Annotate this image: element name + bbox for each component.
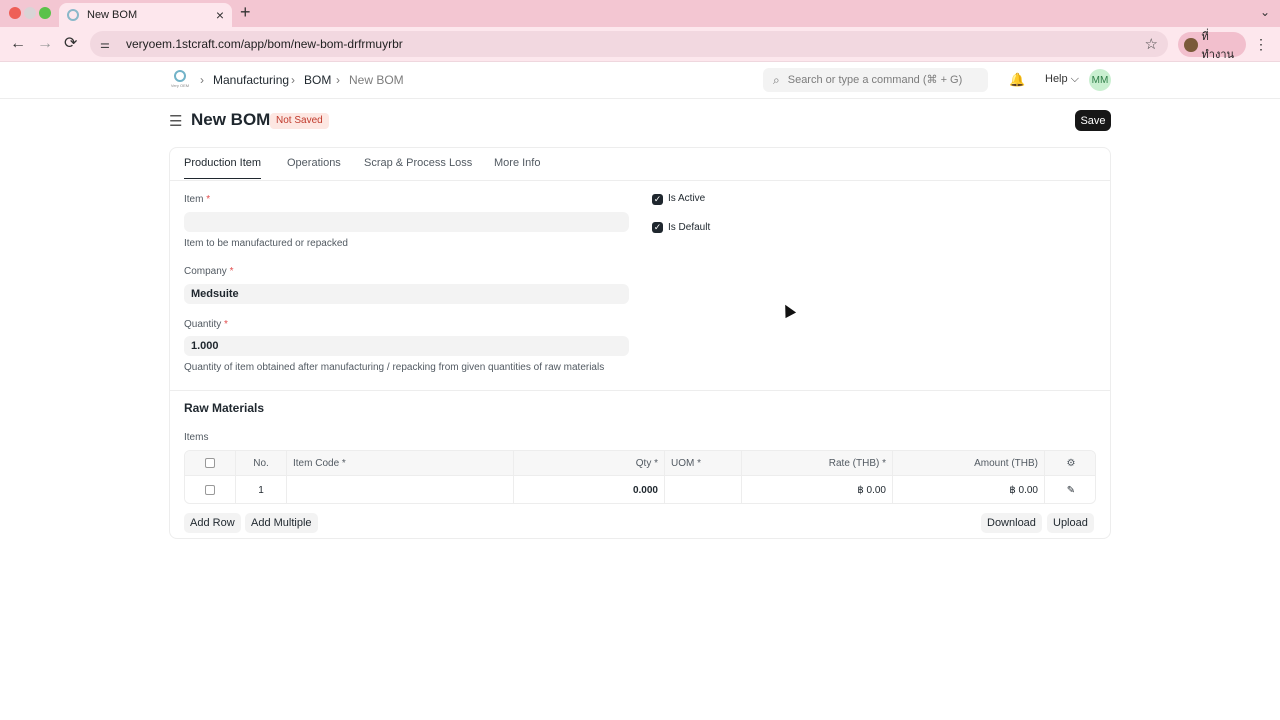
raw-materials-title: Raw Materials <box>184 401 265 415</box>
company-field-label: Company * <box>184 266 234 277</box>
address-bar[interactable]: ⚌ veryoem.1stcraft.com/app/bom/new-bom-d… <box>90 31 1168 57</box>
browser-menu-icon[interactable]: ⋮ <box>1254 36 1268 53</box>
table-row[interactable]: 1 0.000 ฿ 0.00 ฿ 0.00 ✎ <box>185 476 1095 503</box>
column-rate: Rate (THB) * <box>742 451 893 475</box>
row-qty[interactable]: 0.000 <box>514 476 665 503</box>
browser-tab[interactable]: New BOM × <box>59 3 232 27</box>
browser-tab-strip: New BOM × + ⌄ <box>0 0 1280 27</box>
tab-scrap-process-loss[interactable]: Scrap & Process Loss <box>364 157 472 178</box>
favicon-icon <box>67 9 79 21</box>
save-button[interactable]: Save <box>1075 110 1111 131</box>
breadcrumb-separator: › <box>200 73 204 87</box>
logo-mark-icon <box>174 70 186 82</box>
profile-label: ที่ทำงาน <box>1201 30 1235 61</box>
awesomebar-search[interactable]: ⌕ <box>763 68 988 92</box>
close-window-button[interactable] <box>9 7 21 19</box>
row-select-checkbox[interactable] <box>205 485 215 495</box>
forward-icon[interactable]: → <box>37 35 53 53</box>
url-text[interactable]: veryoem.1stcraft.com/app/bom/new-bom-drf… <box>126 37 1145 51</box>
select-all-checkbox[interactable] <box>205 458 215 468</box>
tab-more-info[interactable]: More Info <box>494 157 540 178</box>
quantity-field[interactable] <box>184 336 629 356</box>
column-settings-icon[interactable]: ⚙ <box>1045 451 1095 475</box>
row-uom[interactable] <box>665 476 742 503</box>
select-all-cell <box>185 451 236 475</box>
is-default-label: Is Default <box>668 222 711 233</box>
row-select-cell <box>185 476 236 503</box>
page-title: New BOM <box>191 110 271 129</box>
row-amount: ฿ 0.00 <box>893 476 1045 503</box>
upload-button[interactable]: Upload <box>1047 513 1094 533</box>
table-header: No. Item Code * Qty * UOM * Rate (THB) *… <box>185 451 1095 476</box>
notification-bell-icon[interactable]: 🔔 <box>1009 72 1025 88</box>
items-table-label: Items <box>184 432 209 443</box>
tab-operations[interactable]: Operations <box>287 157 341 178</box>
breadcrumb-manufacturing[interactable]: Manufacturing <box>213 73 289 87</box>
items-table: No. Item Code * Qty * UOM * Rate (THB) *… <box>184 450 1096 504</box>
site-info-icon[interactable]: ⚌ <box>100 38 114 51</box>
row-rate[interactable]: ฿ 0.00 <box>742 476 893 503</box>
item-field-label: Item * <box>184 194 211 205</box>
browser-toolbar: ← → ⟳ ⚌ veryoem.1stcraft.com/app/bom/new… <box>0 27 1280 62</box>
quantity-field-label: Quantity * <box>184 319 228 330</box>
download-button[interactable]: Download <box>981 513 1042 533</box>
close-tab-icon[interactable]: × <box>216 8 224 22</box>
profile-avatar-icon <box>1184 37 1198 52</box>
new-tab-button[interactable]: + <box>240 3 251 21</box>
breadcrumb-separator: › <box>291 73 295 87</box>
add-multiple-button[interactable]: Add Multiple <box>245 513 318 533</box>
column-no: No. <box>236 451 287 475</box>
row-item-code[interactable] <box>287 476 514 503</box>
app-navbar: Very OEM › Manufacturing › BOM › New BOM… <box>0 62 1280 99</box>
maximize-window-button[interactable] <box>39 7 51 19</box>
tab-search-icon[interactable]: ⌄ <box>1260 5 1270 19</box>
reload-icon[interactable]: ⟳ <box>64 35 77 53</box>
breadcrumb-separator: › <box>336 73 340 87</box>
is-active-label: Is Active <box>668 193 706 204</box>
sidebar-toggle-icon[interactable]: ☰ <box>169 112 182 130</box>
is-active-checkbox[interactable]: ✓ <box>652 194 663 205</box>
help-dropdown[interactable]: Help ⌵ <box>1045 73 1079 86</box>
column-qty: Qty * <box>514 451 665 475</box>
form-card: Production Item Operations Scrap & Proce… <box>169 147 1111 539</box>
user-avatar[interactable]: MM <box>1089 69 1111 91</box>
form-tabs: Production Item Operations Scrap & Proce… <box>170 148 1110 181</box>
is-default-checkbox[interactable]: ✓ <box>652 222 663 233</box>
row-no: 1 <box>236 476 287 503</box>
back-icon[interactable]: ← <box>10 35 26 53</box>
browser-tab-title: New BOM <box>87 9 138 21</box>
search-input[interactable] <box>787 74 968 86</box>
breadcrumb-bom[interactable]: BOM <box>304 73 331 87</box>
logo-caption: Very OEM <box>170 83 190 88</box>
section-divider <box>170 390 1110 391</box>
profile-button[interactable]: ที่ทำงาน <box>1178 31 1246 61</box>
item-field-description: Item to be manufactured or repacked <box>184 238 348 249</box>
add-row-button[interactable]: Add Row <box>184 513 241 533</box>
status-badge: Not Saved <box>270 113 329 129</box>
app-logo[interactable]: Very OEM <box>170 70 190 92</box>
breadcrumb-new-bom[interactable]: New BOM <box>349 73 404 87</box>
company-field[interactable] <box>184 284 629 304</box>
column-uom: UOM * <box>665 451 742 475</box>
tab-production-item[interactable]: Production Item <box>184 157 262 179</box>
quantity-field-description: Quantity of item obtained after manufact… <box>184 362 605 373</box>
search-icon: ⌕ <box>773 72 780 87</box>
edit-row-icon[interactable]: ✎ <box>1045 476 1095 503</box>
bookmark-star-icon[interactable]: ☆ <box>1145 35 1158 53</box>
column-amount: Amount (THB) <box>893 451 1045 475</box>
column-item-code: Item Code * <box>287 451 514 475</box>
item-field[interactable] <box>184 212 629 232</box>
minimize-window-button[interactable] <box>24 7 36 19</box>
